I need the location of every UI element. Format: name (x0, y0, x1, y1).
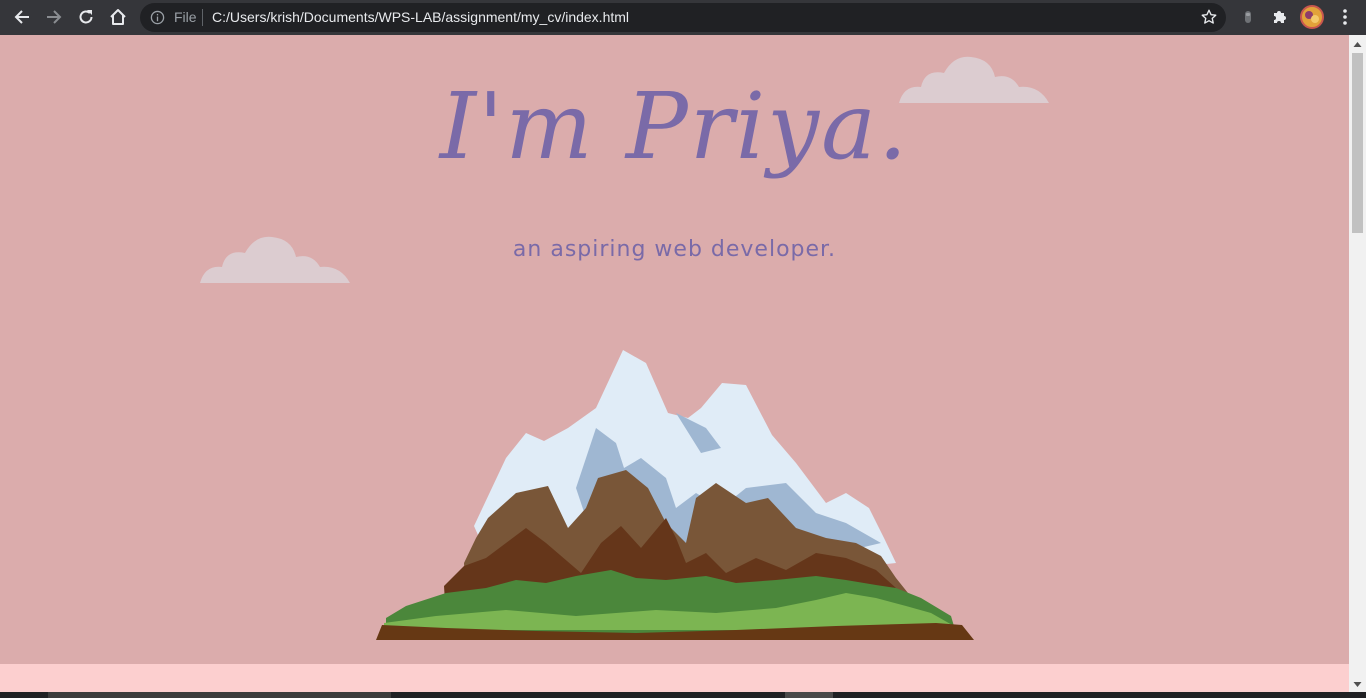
back-button[interactable] (8, 3, 36, 31)
home-button[interactable] (104, 3, 132, 31)
vertical-scrollbar[interactable] (1349, 35, 1366, 692)
extension-icon (1245, 11, 1251, 23)
page-subtitle: an aspiring web developer. (512, 237, 837, 262)
bottom-bar (0, 692, 1366, 698)
reload-button[interactable] (72, 3, 100, 31)
extensions-button[interactable] (1266, 3, 1294, 31)
extension-button[interactable] (1234, 3, 1262, 31)
back-arrow-icon (14, 10, 29, 24)
mountain-illustration (376, 350, 974, 640)
scheme-label: File (174, 9, 197, 25)
bottom-bar-segment (785, 692, 833, 698)
browser-menu-button[interactable] (1331, 3, 1359, 31)
address-bar[interactable]: File C:/Users/krish/Documents/WPS-LAB/as… (140, 3, 1226, 32)
scroll-down-icon[interactable] (1353, 680, 1362, 689)
browser-toolbar: File C:/Users/krish/Documents/WPS-LAB/as… (0, 0, 1366, 35)
profile-button[interactable] (1298, 3, 1326, 31)
avatar (1300, 5, 1324, 29)
bottom-bar-segment (48, 692, 391, 698)
kebab-menu-icon (1343, 9, 1347, 25)
next-section (0, 664, 1349, 692)
star-icon[interactable] (1200, 8, 1218, 26)
url-text[interactable]: C:/Users/krish/Documents/WPS-LAB/assignm… (212, 9, 629, 25)
omnibox-divider (202, 9, 203, 26)
forward-arrow-icon (47, 10, 62, 24)
reload-icon (79, 10, 93, 24)
page-title: I'm Priya. (439, 73, 910, 180)
scroll-up-icon[interactable] (1353, 40, 1362, 49)
info-icon[interactable] (150, 10, 165, 25)
scrollbar-thumb[interactable] (1352, 53, 1363, 233)
page-viewport: I'm Priya. an aspiring web developer. (0, 35, 1349, 692)
home-icon (110, 9, 126, 25)
forward-button[interactable] (40, 3, 68, 31)
puzzle-icon (1274, 11, 1286, 23)
